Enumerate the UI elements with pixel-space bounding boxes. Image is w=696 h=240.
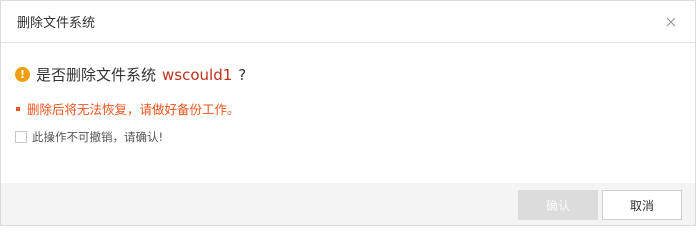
- confirm-checkbox-label[interactable]: 此操作不可撤销，请确认!: [32, 129, 163, 145]
- dialog-footer: 确认 取消: [1, 183, 695, 225]
- notice-bullet: [16, 106, 20, 111]
- confirm-checkbox-row[interactable]: 此操作不可撤销，请确认!: [15, 129, 679, 145]
- close-button[interactable]: [663, 14, 679, 30]
- dialog-header: 删除文件系统: [1, 1, 695, 43]
- checkbox-icon[interactable]: [15, 131, 27, 143]
- dialog-title: 删除文件系统: [17, 16, 96, 31]
- warning-icon: !: [15, 67, 30, 82]
- question-mark: ?: [238, 65, 247, 84]
- delete-filesystem-dialog: 删除文件系统 ! 是否删除文件系统 wscould1 ? 删除后将无法恢复，请做…: [0, 0, 696, 226]
- question-prefix: 是否删除文件系统: [36, 66, 157, 84]
- filesystem-name: wscould1: [162, 65, 233, 84]
- irreversible-notice: 删除后将无法恢复，请做好备份工作。: [15, 99, 679, 118]
- close-icon: [666, 17, 676, 27]
- confirm-button[interactable]: 确认: [518, 190, 598, 220]
- cancel-button[interactable]: 取消: [602, 190, 682, 220]
- confirm-question: ! 是否删除文件系统 wscould1 ?: [15, 64, 679, 85]
- dialog-body: ! 是否删除文件系统 wscould1 ? 删除后将无法恢复，请做好备份工作。 …: [1, 43, 695, 145]
- notice-text: 删除后将无法恢复，请做好备份工作。: [27, 102, 240, 117]
